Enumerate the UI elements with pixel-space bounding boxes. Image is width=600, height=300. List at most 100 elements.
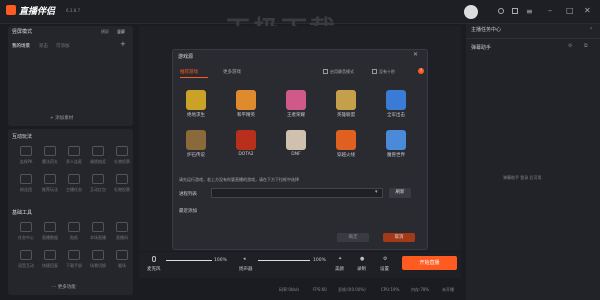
tool-item-icon[interactable] xyxy=(68,250,80,260)
game-item[interactable]: 全军出击 xyxy=(376,90,416,118)
interactive-item-label: 推荐玩法 xyxy=(42,187,58,192)
game-label: DOTA2 xyxy=(238,152,254,157)
game-item[interactable]: 和平精英 xyxy=(226,90,266,118)
game-label: 绝地求生 xyxy=(187,113,205,118)
close-icon[interactable]: ✕ xyxy=(584,6,591,15)
more-functions-button[interactable]: ··· 更多功能 xyxy=(52,284,76,290)
tool-item-icon[interactable] xyxy=(20,222,32,232)
app-brand: 直播伴侣 xyxy=(19,7,56,17)
tool-item-icon[interactable] xyxy=(68,222,80,232)
ok-button[interactable]: 确定 xyxy=(337,233,369,242)
interactive-item-icon[interactable] xyxy=(20,174,32,184)
tab-more-games[interactable]: 更多游戏 xyxy=(223,69,241,75)
chevron-right-icon[interactable]: › xyxy=(590,25,592,32)
tool-item-label: 暖场 xyxy=(118,263,126,268)
beauty-icon[interactable]: ✦ xyxy=(338,256,342,262)
mic-volume-slider[interactable] xyxy=(166,260,212,261)
tool-item-icon[interactable] xyxy=(116,250,128,260)
danmaku-login-hint[interactable]: 弹幕助手 登录 后可用 xyxy=(503,175,542,181)
game-item[interactable]: 穿越火线 xyxy=(326,130,366,158)
game-item[interactable]: 王者荣耀 xyxy=(276,90,316,118)
menu-icon[interactable]: ≡ xyxy=(526,7,533,16)
danmaku-title: 弹幕助手 xyxy=(471,45,492,51)
tool-item-icon[interactable] xyxy=(44,250,56,260)
game-label: DNF xyxy=(291,152,301,157)
game-icon xyxy=(186,90,206,110)
memory: 内存:78% xyxy=(411,287,430,292)
cancel-button[interactable]: 取消 xyxy=(383,233,415,242)
game-label: 炉石传说 xyxy=(187,153,205,158)
interactive-item-icon[interactable] xyxy=(116,174,128,184)
beauty-label: 美颜 xyxy=(335,267,344,272)
game-label: 王者荣耀 xyxy=(287,113,305,118)
interactive-item-icon[interactable] xyxy=(20,146,32,156)
interactive-item-icon[interactable] xyxy=(44,174,56,184)
start-live-button[interactable]: 开始直播 xyxy=(402,256,457,270)
game-item[interactable]: 魔兽世界 xyxy=(376,130,416,158)
recent-label: 最近添加 xyxy=(179,209,197,214)
tool-item-icon[interactable] xyxy=(116,222,128,232)
landscape-button[interactable]: 横屏 xyxy=(101,29,109,35)
tool-item-icon[interactable] xyxy=(20,250,32,260)
speaker-volume: 100% xyxy=(313,258,326,263)
interactive-item-label: 福袋抽奖 xyxy=(90,159,106,164)
help-icon[interactable]: ? xyxy=(418,68,424,74)
tool-item-label: 场景切换 xyxy=(90,263,106,268)
divider xyxy=(466,38,600,39)
speaker-icon[interactable]: ◂ xyxy=(243,256,246,262)
task-center-title[interactable]: 主播任务中心 xyxy=(471,26,501,33)
scene-mode[interactable]: 竖屏模式 xyxy=(12,28,32,35)
mic-icon[interactable] xyxy=(152,256,156,262)
game-label: 魔兽世界 xyxy=(387,153,405,158)
fps: FPS:60 xyxy=(313,287,327,292)
speaker-label: 扬声器 xyxy=(239,267,253,272)
game-item[interactable]: 炉石传说 xyxy=(176,130,216,158)
mute-checkbox[interactable] xyxy=(323,69,328,74)
interactive-item-icon[interactable] xyxy=(68,174,80,184)
interactive-item-icon[interactable] xyxy=(44,146,56,156)
game-icon xyxy=(386,90,406,110)
process-select[interactable] xyxy=(211,188,383,198)
ten-sec-checkbox[interactable] xyxy=(372,69,377,74)
interactive-item-label: 互动红包 xyxy=(90,187,106,192)
dropped-frames: 丢帧:0(0.00%) xyxy=(338,287,366,292)
dialog-close-icon[interactable]: ✕ xyxy=(413,51,418,58)
interactive-item-label: 粉丝团 xyxy=(20,187,32,192)
game-item[interactable]: 绝地求生 xyxy=(176,90,216,118)
interactive-item-icon[interactable] xyxy=(68,146,80,156)
interactive-item-label: 多人连麦 xyxy=(66,159,82,164)
maximize-icon[interactable]: □ xyxy=(566,6,574,15)
interactive-item-icon[interactable] xyxy=(92,146,104,156)
tool-item-icon[interactable] xyxy=(92,222,104,232)
refresh-button[interactable]: 刷新 xyxy=(389,188,411,198)
game-icon xyxy=(336,90,356,110)
add-scene-icon[interactable]: + xyxy=(120,40,126,48)
game-icon xyxy=(336,130,356,150)
tab-addable[interactable]: 可添加 xyxy=(56,43,70,49)
tool-item-icon[interactable] xyxy=(92,250,104,260)
interactive-item-label: 主播任务 xyxy=(66,187,82,192)
tool-item-icon[interactable] xyxy=(44,222,56,232)
avatar[interactable] xyxy=(464,5,478,19)
tab-double-click[interactable]: 双击 xyxy=(39,43,48,49)
minimize-icon[interactable]: – xyxy=(548,6,552,15)
tab-recommended-games[interactable]: 推荐游戏 xyxy=(180,69,198,75)
portrait-button[interactable]: 竖屏 xyxy=(117,29,125,35)
headset-icon[interactable] xyxy=(498,8,504,14)
interactive-item-icon[interactable] xyxy=(116,146,128,156)
interactive-item-icon[interactable] xyxy=(92,174,104,184)
tab-my-scene[interactable]: 我的场景 xyxy=(12,43,30,49)
game-item[interactable]: DNF xyxy=(276,130,316,157)
popout-icon[interactable]: ⧉ xyxy=(584,43,588,49)
add-material-button[interactable]: + 添加素材 xyxy=(50,115,73,121)
mail-icon[interactable] xyxy=(512,8,518,14)
speaker-volume-slider[interactable] xyxy=(258,260,310,261)
game-item[interactable]: 英雄联盟 xyxy=(326,90,366,118)
settings-icon[interactable]: ⚙ xyxy=(383,256,387,262)
record-icon[interactable]: ● xyxy=(360,256,364,262)
gear-icon[interactable]: ⚙ xyxy=(568,43,572,49)
game-item[interactable]: DOTA2 xyxy=(226,130,266,157)
interactive-title: 互动玩法 xyxy=(12,134,33,140)
interactive-item-label: 礼物投票 xyxy=(114,187,130,192)
process-list-label: 进程列表 xyxy=(179,192,197,197)
